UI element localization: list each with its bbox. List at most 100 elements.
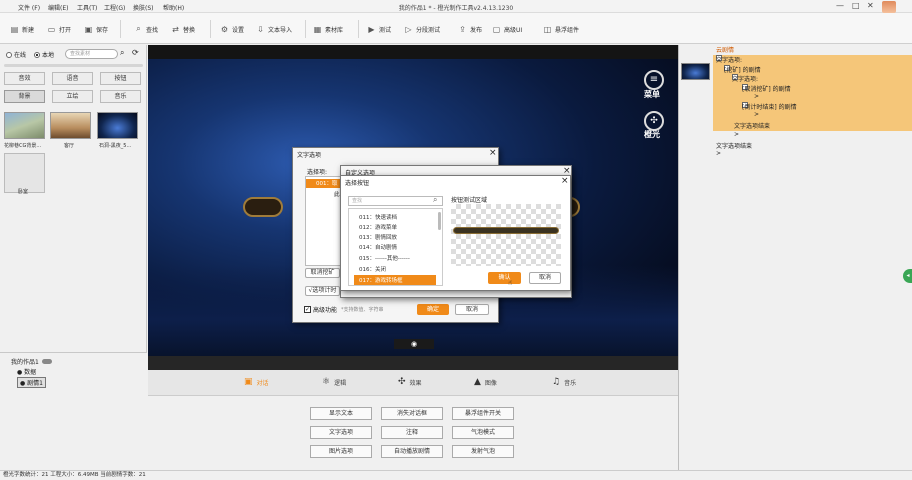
test-button[interactable]: ▶ 测试 <box>367 22 391 36</box>
minimize-icon[interactable]: — <box>836 1 844 10</box>
preview-label: 按钮测试区域 <box>451 197 488 204</box>
scene-thumbnail[interactable] <box>681 63 710 80</box>
button-list-item[interactable]: 012：游戏菜单 <box>359 223 397 231</box>
close-icon[interactable]: × <box>561 176 569 186</box>
thumbnail-bedroom[interactable] <box>4 153 45 193</box>
category-portrait[interactable]: 立绘 <box>52 90 93 103</box>
button-list-item[interactable]: 015：------其他------ <box>359 254 410 262</box>
close-icon[interactable]: ✕ <box>867 1 874 10</box>
eye-button[interactable]: ◉ <box>394 339 434 349</box>
button-list-item[interactable]: 016：关闭 <box>359 265 386 273</box>
button-list-item[interactable]: 017：游戏转场框 <box>359 276 403 284</box>
advanced-checkbox-row[interactable]: ✓ 高级功能 *支持数值、字符串 <box>304 305 384 314</box>
maximize-icon[interactable]: □ <box>852 1 860 10</box>
resource-search-input[interactable]: 查找素材 <box>65 49 118 59</box>
save-button[interactable]: ▣ 保存 <box>84 22 108 36</box>
menu-circle-button[interactable]: ≡ <box>644 70 664 90</box>
script-line[interactable]: > <box>716 150 721 157</box>
cancel-button[interactable]: 取消 <box>529 272 561 284</box>
radio-online[interactable]: 在线 <box>6 50 26 59</box>
effect-icon: ✣ <box>398 377 406 387</box>
category-background[interactable]: 背景 <box>4 90 45 103</box>
logic-icon: ⚛ <box>322 377 331 387</box>
button-list-item[interactable]: 011：快速读档 <box>359 213 397 221</box>
confirm-button[interactable]: 确认 <box>488 272 521 284</box>
option-item[interactable]: 001：取 <box>306 179 344 188</box>
list-scrollbar[interactable] <box>438 212 441 230</box>
button-list-item[interactable]: 013：剧情回放 <box>359 233 397 241</box>
cursor-icon: ☝ <box>508 279 513 287</box>
checkbox-icon: ✓ <box>304 306 311 313</box>
search-icon[interactable]: ⌕ <box>433 195 437 205</box>
cancel-dig-button[interactable]: 取消挖矿 <box>305 268 340 278</box>
tab-logic[interactable]: ⚛ 逻辑 <box>322 377 346 387</box>
cmd-show-text[interactable]: 显示文本 <box>310 407 372 420</box>
thumbnail-label: 卧室 <box>18 189 29 195</box>
cancel-button[interactable]: 取消 <box>455 304 489 315</box>
category-voice[interactable]: 语音 <box>52 72 93 85</box>
replace-button[interactable]: ⇄ 替换 <box>171 22 195 36</box>
tree-item-data[interactable]: ● 数据 <box>17 367 36 376</box>
refresh-icon[interactable]: ⟳ <box>132 48 139 57</box>
script-line[interactable]: 文字选项结束 <box>734 121 770 130</box>
thumbnail-living-room[interactable] <box>50 112 91 139</box>
cmd-hide-dialog[interactable]: 消失对话框 <box>381 407 443 420</box>
settings-button[interactable]: ⚙ 设置 <box>220 22 244 36</box>
project-root[interactable]: 我的作品1 <box>11 357 52 366</box>
title-bar: 文件 (F) 编辑(E) 工具(T) 工程(G) 换肤(S) 帮助(H) 我的作… <box>0 0 912 13</box>
thumbnail-flower-alley[interactable] <box>4 112 45 139</box>
script-line[interactable]: > <box>734 131 739 138</box>
avatar[interactable] <box>882 1 896 13</box>
cmd-bubble-mode[interactable]: 气泡模式 <box>452 426 514 439</box>
script-line[interactable]: > <box>754 111 759 118</box>
toolbar-separator <box>120 20 121 38</box>
tab-music[interactable]: ♫ 音乐 <box>552 377 576 387</box>
toolbar-separator <box>358 20 359 38</box>
radio-local[interactable]: 本地 <box>34 50 54 59</box>
tab-effect[interactable]: ✣ 效果 <box>398 377 422 387</box>
cmd-image-option[interactable]: 图片选项 <box>310 445 372 458</box>
text-import-button[interactable]: ⇩ 文本导入 <box>256 22 292 36</box>
close-icon[interactable]: × <box>489 148 497 158</box>
find-button[interactable]: ⌕ 查找 <box>134 22 158 36</box>
node-icon: ● <box>17 369 23 376</box>
option-timer-button[interactable]: √选项计时 <box>305 286 340 296</box>
ok-button[interactable]: 确定 <box>417 304 449 315</box>
open-button[interactable]: ▭ 打开 <box>47 22 71 36</box>
script-line[interactable]: 文字选项结束 <box>716 141 752 150</box>
tab-dialog[interactable]: ▣ 对话 <box>244 377 269 387</box>
menu-icon: ≡ <box>649 74 659 85</box>
search-icon[interactable]: ⌕ <box>120 48 124 58</box>
menu-label: 菜单 <box>644 90 660 99</box>
new-button[interactable]: ▤ 新建 <box>10 22 34 36</box>
thumbnail-cave-night[interactable] <box>97 112 138 139</box>
panel-scrollbar[interactable] <box>4 64 143 67</box>
node-icon: ● <box>20 380 26 387</box>
open-folder-icon: ▭ <box>47 24 56 34</box>
cmd-float-toggle[interactable]: 暴浮组件开关 <box>452 407 514 420</box>
segment-test-button[interactable]: ▷ 分段测试 <box>404 22 440 36</box>
publish-button[interactable]: ⇪ 发布 <box>458 22 482 36</box>
library-button[interactable]: ▦ 素材库 <box>313 22 343 36</box>
button-search-input[interactable]: 查找 <box>348 196 443 206</box>
options-list: 001：取 此 <box>305 176 345 266</box>
button-list-item[interactable]: 014：自动剧情 <box>359 243 397 251</box>
cmd-text-option[interactable]: 文字选项 <box>310 426 372 439</box>
category-sound-effect[interactable]: 音效 <box>4 72 45 85</box>
toolbar-separator <box>210 20 211 38</box>
tree-item-story1[interactable]: ● 剧情1 <box>17 377 46 388</box>
option-item[interactable]: 此 <box>334 190 340 198</box>
cmd-autoplay[interactable]: 自动播放剧情 <box>381 445 443 458</box>
button-list: 011：快速读档 012：游戏菜单 013：剧情回放 014：自动剧情 015：… <box>348 208 443 286</box>
category-button[interactable]: 按钮 <box>100 72 141 85</box>
cmd-comment[interactable]: 注释 <box>381 426 443 439</box>
text-import-icon: ⇩ <box>257 24 264 34</box>
float-widget-button[interactable]: ◫ 悬浮组件 <box>543 22 579 36</box>
advanced-ui-button[interactable]: ▢ 高级UI <box>492 22 522 36</box>
category-music[interactable]: 音乐 <box>100 90 141 103</box>
expand-handle-icon[interactable]: ◂ <box>903 269 912 283</box>
script-line[interactable]: > <box>754 93 759 100</box>
cmd-emit-bubble[interactable]: 发射气泡 <box>452 445 514 458</box>
tab-image[interactable]: ▲ 图像 <box>474 377 497 387</box>
toolbar-separator <box>305 20 306 38</box>
